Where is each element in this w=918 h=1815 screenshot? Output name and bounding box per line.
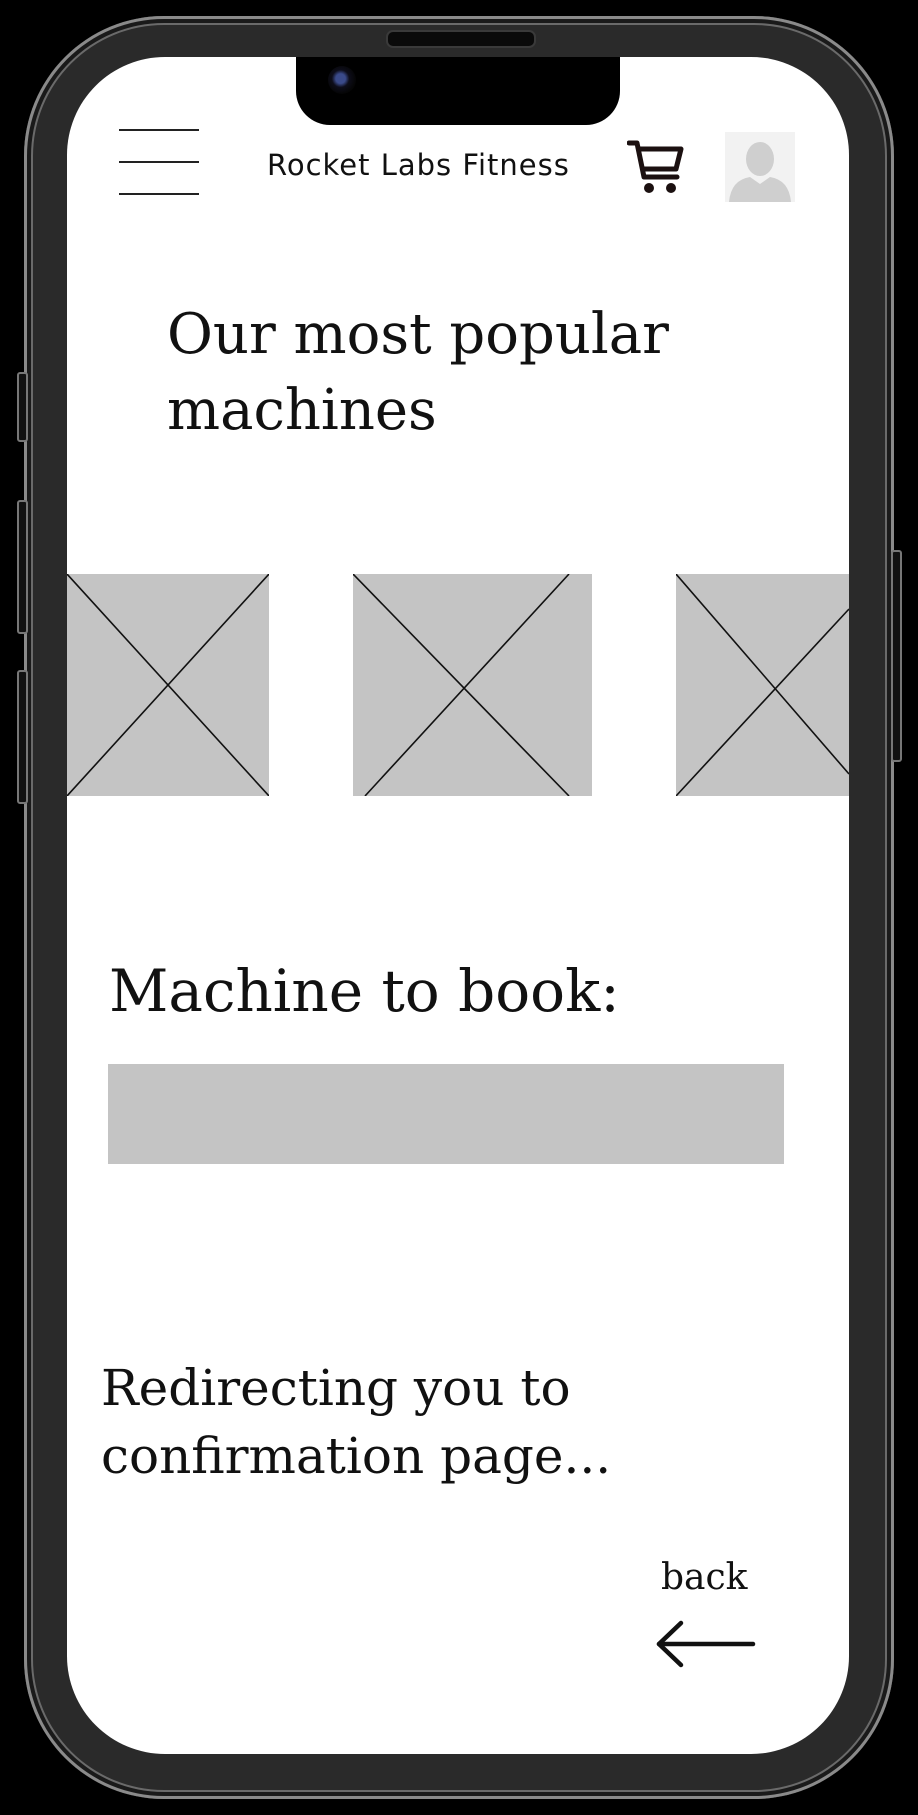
machine-to-book-label: Machine to book: <box>109 957 620 1025</box>
power-button <box>891 550 902 762</box>
arrow-left-icon[interactable] <box>653 1619 757 1669</box>
user-avatar-icon[interactable] <box>725 132 795 202</box>
hamburger-menu-icon[interactable] <box>119 129 201 195</box>
volume-down-button <box>17 670 28 804</box>
machine-booking-input[interactable] <box>108 1064 784 1164</box>
volume-up-button <box>17 500 28 634</box>
popular-machines-heading: Our most popular machines <box>167 302 669 443</box>
machine-image-placeholder[interactable] <box>353 574 592 796</box>
brand-title: Rocket Labs Fitness <box>267 148 570 182</box>
app-screen: Rocket Labs Fitness Our most popular mac… <box>67 57 849 1754</box>
silent-switch <box>17 372 28 442</box>
front-camera <box>328 66 356 94</box>
redirect-status-message: Redirecting you to confirmation page... <box>101 1359 612 1485</box>
machine-image-placeholder[interactable] <box>67 574 269 796</box>
back-link-label[interactable]: back <box>661 1557 747 1598</box>
shopping-cart-icon[interactable] <box>626 139 687 195</box>
machine-image-placeholder[interactable] <box>676 574 849 796</box>
earpiece-speaker <box>386 30 536 48</box>
